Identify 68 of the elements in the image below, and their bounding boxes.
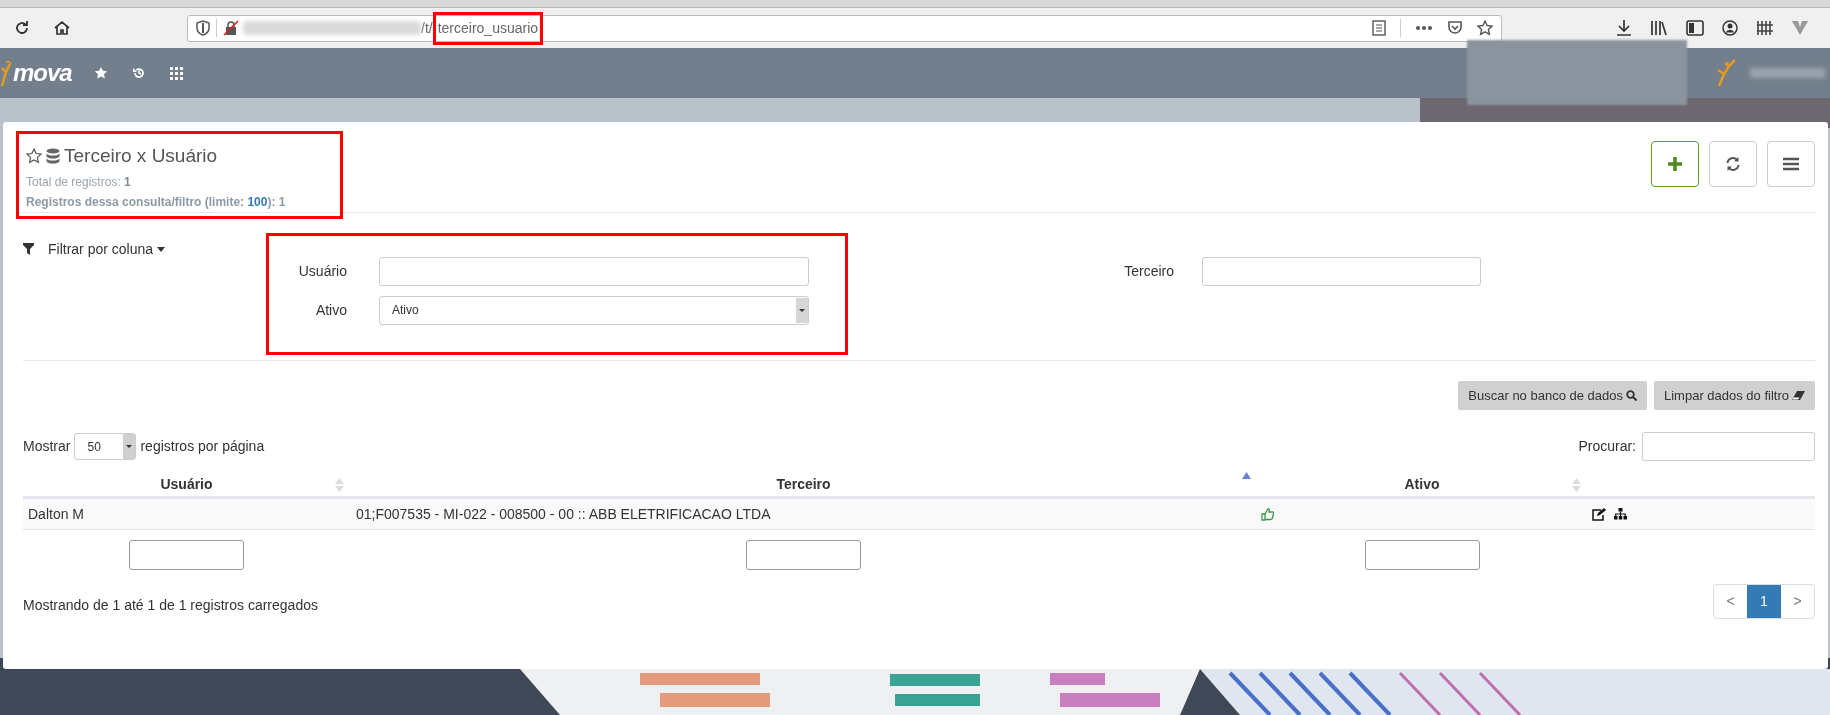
table-row[interactable]: Dalton M 01;F007535 - MI-022 - 008500 - 00 :: ABB ELETRIFICACAO LTDA: [23, 499, 1815, 530]
column-header[interactable]: Ativo: [1404, 474, 1440, 496]
page-button[interactable]: 1: [1747, 585, 1781, 618]
page-length-select[interactable]: 50: [74, 433, 137, 460]
url-text: /t/: [421, 18, 433, 38]
column-filter-field[interactable]: [746, 540, 861, 570]
filter-action-button[interactable]: Limpar dados do filtro: [1654, 381, 1815, 410]
reader-view-icon[interactable]: [1372, 20, 1386, 36]
table-info-text: Mostrando de 1 até 1 de 1 registros carregados: [23, 596, 318, 615]
filter-action-button[interactable]: Buscar no banco de dados: [1458, 381, 1647, 410]
shield-icon[interactable]: [196, 20, 210, 36]
bookmark-star-icon[interactable]: [1477, 20, 1493, 36]
search-label: Procurar:: [1578, 437, 1636, 456]
apps-grid-icon[interactable]: [169, 66, 183, 80]
column-header[interactable]: Terceiro: [776, 474, 831, 496]
extension-icon[interactable]: [1756, 20, 1774, 36]
search-field[interactable]: [1642, 432, 1815, 461]
account-icon[interactable]: [1722, 20, 1738, 36]
url-page-text: terceiro_usuario: [432, 11, 544, 45]
filter-icon: [23, 243, 34, 255]
reload-icon[interactable]: [13, 19, 31, 37]
search-icon: [1626, 390, 1637, 401]
table-cell: 01;F007535 - MI-022 - 008500 - 00 :: ABB ELETRIFICACAO LTDA: [356, 506, 771, 522]
favorites-star-icon[interactable]: [93, 66, 108, 80]
caret-icon: [157, 246, 166, 252]
address-bar[interactable]: /t/ terceiro_usuario: [187, 14, 1502, 42]
field-label: Terceiro: [1123, 261, 1174, 281]
table-cell: Dalton M: [28, 506, 85, 522]
plus-icon: [1668, 157, 1682, 171]
edit-icon[interactable]: [1592, 507, 1606, 521]
more-icon[interactable]: [1415, 25, 1433, 31]
total-records-text: Total de registros: 1: [26, 173, 132, 191]
download-icon[interactable]: [1616, 19, 1632, 37]
pocket-icon[interactable]: [1447, 20, 1463, 36]
refresh-button[interactable]: [1709, 141, 1757, 187]
next-page-button[interactable]: >: [1781, 585, 1814, 618]
column-header[interactable]: Usuário: [160, 474, 213, 496]
menu-icon: [1783, 157, 1799, 171]
text-field[interactable]: [1202, 256, 1481, 286]
refresh-icon: [1725, 156, 1741, 172]
filter-toggle[interactable]: Filtrar por coluna: [48, 240, 166, 258]
field-label: Ativo: [314, 300, 347, 320]
page-title: Terceiro x Usuário: [64, 144, 218, 168]
previous-page-button[interactable]: <: [1714, 585, 1747, 618]
home-icon[interactable]: [53, 19, 71, 37]
favorite-star-icon[interactable]: [26, 148, 42, 165]
select-field[interactable]: Ativo: [379, 295, 809, 325]
hierarchy-icon[interactable]: [1614, 507, 1627, 520]
length-label: registros por página: [140, 437, 265, 456]
sidebar-icon[interactable]: [1686, 20, 1704, 36]
library-icon[interactable]: [1650, 20, 1668, 36]
dropdown-icon: [123, 434, 136, 459]
column-filter-field[interactable]: [129, 540, 244, 570]
logo[interactable]: mova: [13, 55, 72, 91]
database-icon: [46, 147, 60, 165]
history-icon[interactable]: [131, 66, 146, 80]
text-field[interactable]: [379, 256, 809, 286]
field-label: Usuário: [297, 261, 347, 281]
eraser-icon: [1792, 391, 1805, 400]
insecure-lock-icon[interactable]: [223, 20, 239, 36]
dropdown-icon: [796, 297, 808, 323]
logo-figure-icon: [0, 58, 12, 88]
menu-button[interactable]: [1767, 141, 1815, 187]
column-filter-field[interactable]: [1364, 540, 1480, 570]
add-button[interactable]: [1651, 141, 1699, 187]
query-records-text: Registros dessa consulta/filtro (limite: 100): 1: [26, 193, 287, 211]
length-label: Mostrar: [23, 437, 71, 456]
sort-ascending-icon[interactable]: [1242, 472, 1251, 479]
